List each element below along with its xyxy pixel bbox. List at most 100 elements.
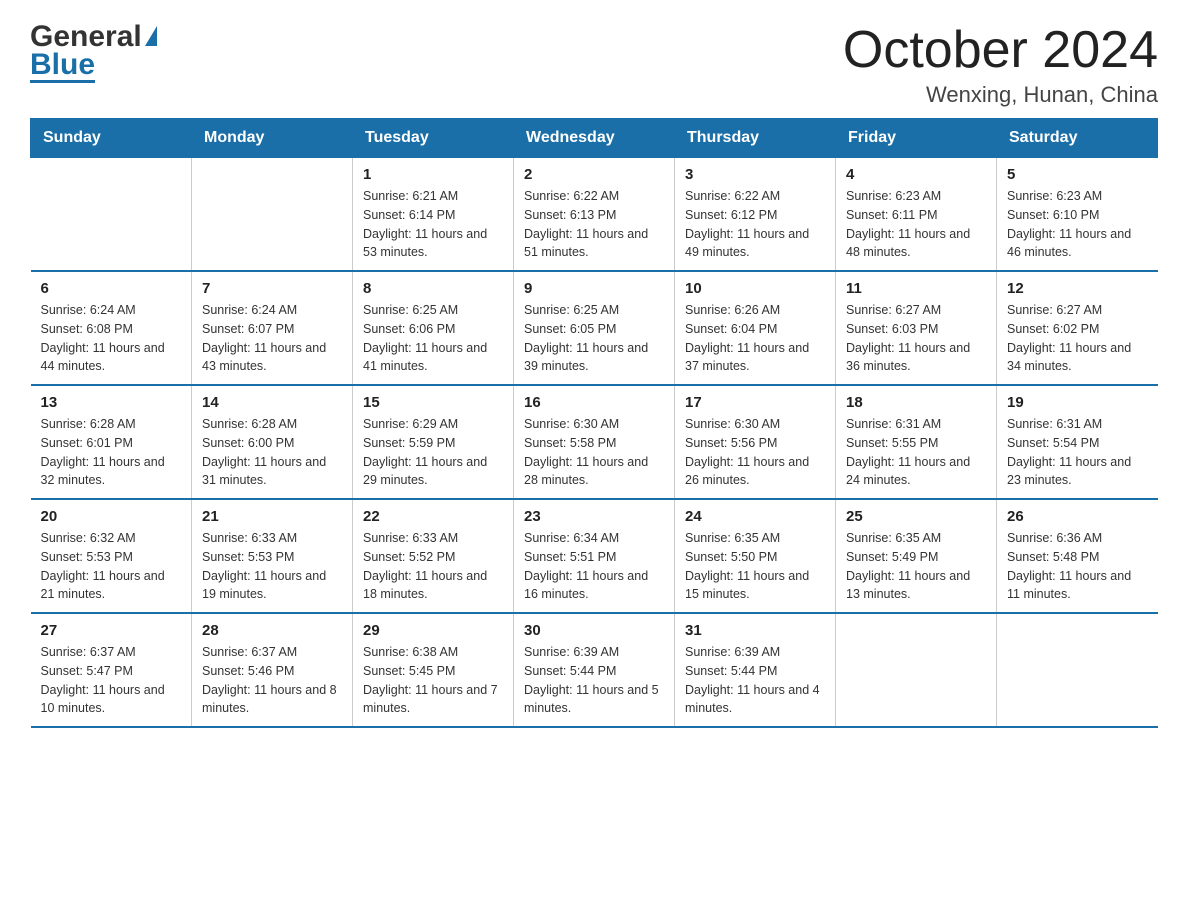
calendar-cell: 27 Sunrise: 6:37 AMSunset: 5:47 PMDayligh… bbox=[31, 613, 192, 727]
day-number: 24 bbox=[685, 508, 825, 525]
calendar-cell: 3 Sunrise: 6:22 AMSunset: 6:12 PMDaylight… bbox=[675, 158, 836, 272]
day-info: Sunrise: 6:24 AMSunset: 6:07 PMDaylight:… bbox=[202, 301, 342, 376]
day-info: Sunrise: 6:27 AMSunset: 6:02 PMDaylight:… bbox=[1007, 301, 1148, 376]
day-info: Sunrise: 6:36 AMSunset: 5:48 PMDaylight:… bbox=[1007, 529, 1148, 604]
day-number: 18 bbox=[846, 394, 986, 411]
header-sunday: Sunday bbox=[31, 119, 192, 158]
day-info: Sunrise: 6:32 AMSunset: 5:53 PMDaylight:… bbox=[41, 529, 182, 604]
day-info: Sunrise: 6:37 AMSunset: 5:47 PMDaylight:… bbox=[41, 643, 182, 718]
calendar-cell: 13Sunrise: 6:28 AMSunset: 6:01 PMDayligh… bbox=[31, 385, 192, 499]
calendar-cell: 9 Sunrise: 6:25 AMSunset: 6:05 PMDaylight… bbox=[514, 271, 675, 385]
calendar-cell bbox=[836, 613, 997, 727]
day-info: Sunrise: 6:26 AMSunset: 6:04 PMDaylight:… bbox=[685, 301, 825, 376]
calendar-cell: 12 Sunrise: 6:27 AMSunset: 6:02 PMDayligh… bbox=[997, 271, 1158, 385]
day-number: 6 bbox=[41, 280, 182, 297]
day-number: 16 bbox=[524, 394, 664, 411]
day-info: Sunrise: 6:22 AMSunset: 6:13 PMDaylight:… bbox=[524, 187, 664, 262]
day-number: 27 bbox=[41, 622, 182, 639]
calendar-week-4: 20 Sunrise: 6:32 AMSunset: 5:53 PMDayligh… bbox=[31, 499, 1158, 613]
logo: General Blue bbox=[30, 20, 157, 83]
calendar-cell: 20 Sunrise: 6:32 AMSunset: 5:53 PMDayligh… bbox=[31, 499, 192, 613]
calendar-week-1: 1Sunrise: 6:21 AMSunset: 6:14 PMDaylight… bbox=[31, 158, 1158, 272]
calendar-cell bbox=[192, 158, 353, 272]
month-year-title: October 2024 bbox=[843, 20, 1158, 80]
day-info: Sunrise: 6:31 AMSunset: 5:54 PMDaylight:… bbox=[1007, 415, 1148, 490]
day-number: 28 bbox=[202, 622, 342, 639]
day-number: 12 bbox=[1007, 280, 1148, 297]
day-number: 13 bbox=[41, 394, 182, 411]
calendar-week-3: 13Sunrise: 6:28 AMSunset: 6:01 PMDayligh… bbox=[31, 385, 1158, 499]
day-number: 29 bbox=[363, 622, 503, 639]
calendar-week-5: 27 Sunrise: 6:37 AMSunset: 5:47 PMDayligh… bbox=[31, 613, 1158, 727]
day-number: 30 bbox=[524, 622, 664, 639]
calendar-cell: 15 Sunrise: 6:29 AMSunset: 5:59 PMDayligh… bbox=[353, 385, 514, 499]
calendar-cell: 31 Sunrise: 6:39 AMSunset: 5:44 PMDayligh… bbox=[675, 613, 836, 727]
day-info: Sunrise: 6:33 AMSunset: 5:52 PMDaylight:… bbox=[363, 529, 503, 604]
day-number: 20 bbox=[41, 508, 182, 525]
calendar-cell: 17 Sunrise: 6:30 AMSunset: 5:56 PMDayligh… bbox=[675, 385, 836, 499]
calendar-cell: 5 Sunrise: 6:23 AMSunset: 6:10 PMDaylight… bbox=[997, 158, 1158, 272]
calendar-cell bbox=[997, 613, 1158, 727]
calendar-cell: 1Sunrise: 6:21 AMSunset: 6:14 PMDaylight… bbox=[353, 158, 514, 272]
calendar-cell: 21Sunrise: 6:33 AMSunset: 5:53 PMDayligh… bbox=[192, 499, 353, 613]
day-number: 8 bbox=[363, 280, 503, 297]
calendar-cell: 6 Sunrise: 6:24 AMSunset: 6:08 PMDaylight… bbox=[31, 271, 192, 385]
day-number: 5 bbox=[1007, 166, 1148, 183]
calendar-cell: 2 Sunrise: 6:22 AMSunset: 6:13 PMDaylight… bbox=[514, 158, 675, 272]
calendar-header-row: SundayMondayTuesdayWednesdayThursdayFrid… bbox=[31, 119, 1158, 158]
calendar-cell: 16 Sunrise: 6:30 AMSunset: 5:58 PMDayligh… bbox=[514, 385, 675, 499]
day-info: Sunrise: 6:39 AMSunset: 5:44 PMDaylight:… bbox=[524, 643, 664, 718]
day-info: Sunrise: 6:38 AMSunset: 5:45 PMDaylight:… bbox=[363, 643, 503, 718]
day-info: Sunrise: 6:30 AMSunset: 5:58 PMDaylight:… bbox=[524, 415, 664, 490]
calendar-cell: 8Sunrise: 6:25 AMSunset: 6:06 PMDaylight… bbox=[353, 271, 514, 385]
calendar-cell: 11Sunrise: 6:27 AMSunset: 6:03 PMDayligh… bbox=[836, 271, 997, 385]
calendar-cell: 24 Sunrise: 6:35 AMSunset: 5:50 PMDayligh… bbox=[675, 499, 836, 613]
day-info: Sunrise: 6:24 AMSunset: 6:08 PMDaylight:… bbox=[41, 301, 182, 376]
day-number: 2 bbox=[524, 166, 664, 183]
calendar-cell: 29 Sunrise: 6:38 AMSunset: 5:45 PMDayligh… bbox=[353, 613, 514, 727]
calendar-cell: 30 Sunrise: 6:39 AMSunset: 5:44 PMDayligh… bbox=[514, 613, 675, 727]
day-info: Sunrise: 6:21 AMSunset: 6:14 PMDaylight:… bbox=[363, 187, 503, 262]
day-number: 3 bbox=[685, 166, 825, 183]
day-info: Sunrise: 6:23 AMSunset: 6:10 PMDaylight:… bbox=[1007, 187, 1148, 262]
calendar-cell: 19Sunrise: 6:31 AMSunset: 5:54 PMDayligh… bbox=[997, 385, 1158, 499]
day-info: Sunrise: 6:23 AMSunset: 6:11 PMDaylight:… bbox=[846, 187, 986, 262]
header-saturday: Saturday bbox=[997, 119, 1158, 158]
day-number: 31 bbox=[685, 622, 825, 639]
logo-blue-text: Blue bbox=[30, 50, 95, 80]
day-number: 15 bbox=[363, 394, 503, 411]
page-header: General Blue October 2024 Wenxing, Hunan… bbox=[30, 20, 1158, 108]
calendar-cell: 10 Sunrise: 6:26 AMSunset: 6:04 PMDayligh… bbox=[675, 271, 836, 385]
day-info: Sunrise: 6:25 AMSunset: 6:05 PMDaylight:… bbox=[524, 301, 664, 376]
calendar-week-2: 6 Sunrise: 6:24 AMSunset: 6:08 PMDaylight… bbox=[31, 271, 1158, 385]
day-info: Sunrise: 6:39 AMSunset: 5:44 PMDaylight:… bbox=[685, 643, 825, 718]
day-info: Sunrise: 6:22 AMSunset: 6:12 PMDaylight:… bbox=[685, 187, 825, 262]
day-number: 10 bbox=[685, 280, 825, 297]
day-number: 14 bbox=[202, 394, 342, 411]
calendar-table: SundayMondayTuesdayWednesdayThursdayFrid… bbox=[30, 118, 1158, 728]
calendar-cell: 4Sunrise: 6:23 AMSunset: 6:11 PMDaylight… bbox=[836, 158, 997, 272]
calendar-cell bbox=[31, 158, 192, 272]
day-info: Sunrise: 6:31 AMSunset: 5:55 PMDaylight:… bbox=[846, 415, 986, 490]
day-number: 9 bbox=[524, 280, 664, 297]
day-number: 21 bbox=[202, 508, 342, 525]
day-number: 7 bbox=[202, 280, 342, 297]
header-tuesday: Tuesday bbox=[353, 119, 514, 158]
day-info: Sunrise: 6:34 AMSunset: 5:51 PMDaylight:… bbox=[524, 529, 664, 604]
calendar-cell: 23Sunrise: 6:34 AMSunset: 5:51 PMDayligh… bbox=[514, 499, 675, 613]
logo-arrow-icon bbox=[145, 26, 157, 46]
calendar-cell: 26Sunrise: 6:36 AMSunset: 5:48 PMDayligh… bbox=[997, 499, 1158, 613]
title-section: October 2024 Wenxing, Hunan, China bbox=[843, 20, 1158, 108]
day-number: 22 bbox=[363, 508, 503, 525]
calendar-cell: 14 Sunrise: 6:28 AMSunset: 6:00 PMDayligh… bbox=[192, 385, 353, 499]
calendar-cell: 7 Sunrise: 6:24 AMSunset: 6:07 PMDaylight… bbox=[192, 271, 353, 385]
header-friday: Friday bbox=[836, 119, 997, 158]
day-info: Sunrise: 6:28 AMSunset: 6:00 PMDaylight:… bbox=[202, 415, 342, 490]
day-info: Sunrise: 6:30 AMSunset: 5:56 PMDaylight:… bbox=[685, 415, 825, 490]
day-number: 17 bbox=[685, 394, 825, 411]
day-number: 11 bbox=[846, 280, 986, 297]
header-wednesday: Wednesday bbox=[514, 119, 675, 158]
day-info: Sunrise: 6:35 AMSunset: 5:50 PMDaylight:… bbox=[685, 529, 825, 604]
location-title: Wenxing, Hunan, China bbox=[843, 82, 1158, 108]
day-info: Sunrise: 6:29 AMSunset: 5:59 PMDaylight:… bbox=[363, 415, 503, 490]
